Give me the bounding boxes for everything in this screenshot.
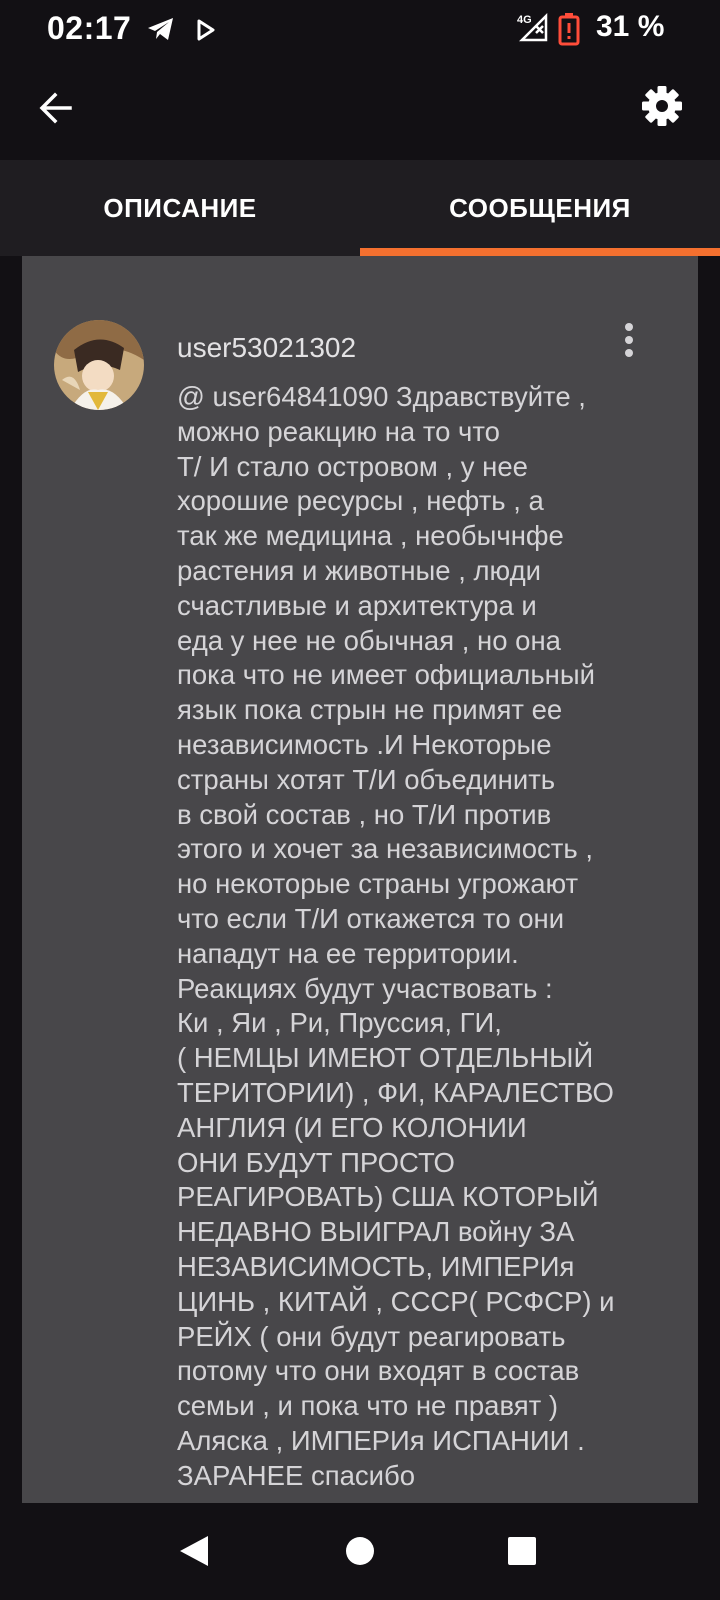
comment-line: нападут на ее территории. [177, 937, 519, 969]
telegram-icon [146, 14, 176, 49]
comment-username[interactable]: user53021302 [177, 332, 356, 364]
nav-home-circle-icon [345, 1536, 375, 1571]
comment-line: семьи , и пока что не правят ) [177, 1390, 559, 1422]
nav-recents-square-icon [507, 1536, 537, 1571]
comment-line: НЕЗАВИСИМОСТЬ, ИМПЕРИя [177, 1250, 575, 1282]
tab-description-label: ОПИСАНИЕ [103, 192, 257, 223]
comment-line: Аляска , ИМПЕРИя ИСПАНИИ . [177, 1424, 585, 1456]
comment-line: РЕЙХ ( они будут реагировать [177, 1320, 566, 1352]
more-vertical-icon [623, 322, 635, 362]
avatar[interactable] [54, 320, 144, 410]
comment-line: ТЕРИТОРИИ) , ФИ, КАРАЛЕСТВО [177, 1076, 614, 1108]
comment-line: ЗАРАНЕЕ спасибо [177, 1459, 416, 1491]
comment-line: потому что они входят в состав [177, 1355, 580, 1387]
comment-line: в свой состав , но Т/И против [177, 798, 552, 830]
comment-line: этого и хочет за независимость , [177, 833, 594, 865]
play-icon [196, 18, 216, 47]
comment-line: АНГЛИЯ (И ЕГО КОЛОНИИ [177, 1111, 527, 1143]
nav-back-button[interactable] [164, 1523, 224, 1583]
comment-line: но некоторые страны угрожают [177, 868, 579, 900]
app-bar [0, 60, 720, 160]
arrow-left-icon [38, 90, 74, 131]
battery-low-icon [558, 12, 580, 51]
battery-percent: 31 % [596, 10, 665, 43]
signal-4g-icon: 4G [516, 12, 548, 47]
comment-line: ЦИНЬ , КИТАЙ , СССР( РСФСР) и [177, 1285, 615, 1317]
comment-text: @ user64841090 Здравствуйте , можно реакц… [177, 380, 667, 1494]
settings-button[interactable] [630, 76, 694, 140]
nav-home-button[interactable] [330, 1523, 390, 1583]
tab-messages-label: СООБЩЕНИЯ [449, 192, 631, 223]
tab-selected-indicator [360, 248, 720, 256]
comment-line: @ user64841090 Здравствуйте , [177, 381, 586, 412]
status-bar: 02:17 4G 31 % [0, 0, 720, 60]
comment-line: НЕДАВНО ВЫИГРАЛ войну ЗА [177, 1216, 575, 1248]
comment-line: ( НЕМЦЫ ИМЕЮТ ОТДЕЛЬНЫЙ [177, 1042, 594, 1074]
comment-line: счастливые и архитектура и [177, 589, 537, 621]
back-button[interactable] [26, 80, 86, 140]
comment-line: что если Т/И откажется то они [177, 902, 565, 934]
comment-line: Реакциях будут участвовать : [177, 972, 553, 1004]
network-label: 4G [517, 14, 532, 26]
comment-line: Т/ И стало островом , у нее [177, 450, 528, 482]
comment-line: можно реакцию на то что [177, 415, 500, 447]
comment-line: независимость .И Некоторые [177, 728, 552, 760]
comment-card: user53021302 @ user64841090 Здравствуйте… [22, 256, 698, 1503]
navigation-bar [0, 1503, 720, 1600]
tab-description[interactable]: ОПИСАНИЕ [0, 160, 360, 256]
comment-line: хорошие ресурсы , нефть , а [177, 485, 544, 517]
tab-messages[interactable]: СООБЩЕНИЯ [360, 160, 720, 256]
nav-recents-button[interactable] [492, 1523, 552, 1583]
nav-back-triangle-icon [178, 1534, 210, 1573]
comment-line: растения и животные , люди [177, 554, 541, 586]
status-time: 02:17 [47, 10, 132, 46]
comment-line: страны хотят Т/И объединить [177, 763, 556, 795]
comment-line: язык пока стрын не примят ее [177, 694, 563, 726]
comment-line: ОНИ БУДУТ ПРОСТО [177, 1146, 455, 1178]
comment-line: пока что не имеет официальный [177, 659, 595, 691]
comment-line: так же медицина , необычнфе [177, 520, 564, 552]
comment-line: Ки , Яи , Ри, Пруссия, ГИ, [177, 1007, 502, 1039]
comment-line: еда у нее не обычная , но она [177, 624, 561, 656]
comment-line: РЕАГИРОВАТЬ) США КОТОРЫЙ [177, 1181, 599, 1213]
more-options-button[interactable] [614, 322, 644, 362]
tab-bar: ОПИСАНИЕ СООБЩЕНИЯ [0, 160, 720, 256]
gear-icon [641, 85, 683, 132]
